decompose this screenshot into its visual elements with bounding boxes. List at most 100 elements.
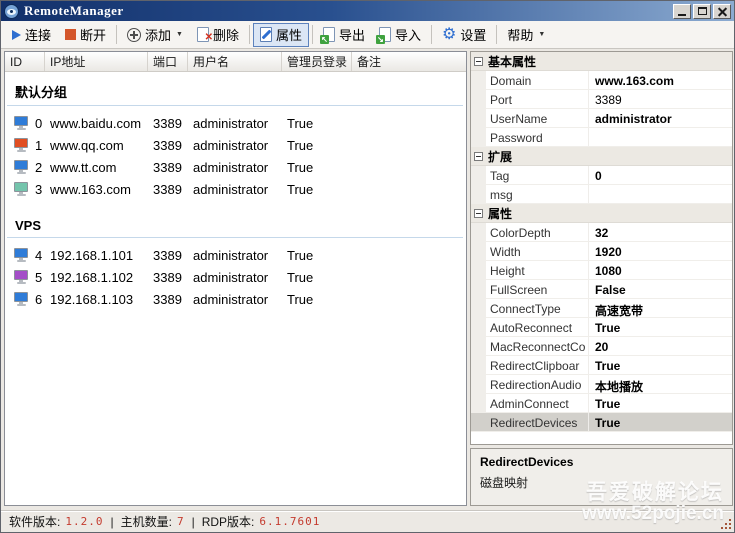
property-value[interactable]: 高速宽带: [589, 299, 732, 317]
property-value[interactable]: True: [589, 318, 732, 336]
monitor-screen: [14, 160, 28, 170]
property-value[interactable]: False: [589, 280, 732, 298]
property-row[interactable]: msg: [471, 185, 732, 204]
monitor-icon: [13, 160, 29, 174]
property-row[interactable]: Width 1920: [471, 242, 732, 261]
property-value[interactable]: True: [589, 356, 732, 374]
property-value[interactable]: administrator: [589, 109, 732, 127]
monitor-base: [16, 128, 26, 130]
property-label: ColorDepth: [486, 223, 589, 241]
toolbar-button-settings[interactable]: 设置: [435, 23, 493, 47]
property-label: Height: [486, 261, 589, 279]
property-value[interactable]: True: [589, 413, 732, 431]
property-value[interactable]: 32: [589, 223, 732, 241]
column-header-1[interactable]: IP地址: [45, 52, 148, 71]
maximize-button[interactable]: [693, 3, 711, 19]
property-row[interactable]: Password: [471, 128, 732, 147]
monitor-icon: [13, 182, 29, 196]
property-row[interactable]: RedirectClipboar True: [471, 356, 732, 375]
monitor-base: [16, 282, 26, 284]
column-header-0[interactable]: ID: [5, 52, 45, 71]
toolbar-button-properties[interactable]: 属性: [253, 22, 310, 47]
collapse-icon[interactable]: [474, 151, 483, 161]
toolbar-button-label: 导出: [339, 28, 366, 43]
property-row[interactable]: RedirectionAudio 本地播放: [471, 375, 732, 394]
host-id-cell: 5: [5, 270, 45, 285]
property-row[interactable]: Tag 0: [471, 166, 732, 185]
toolbar-button-import[interactable]: 导入: [372, 23, 428, 47]
host-row[interactable]: 1 www.qq.com 3389 administrator True: [5, 134, 466, 156]
column-header-3[interactable]: 用户名: [188, 52, 282, 71]
property-row[interactable]: ConnectType 高速宽带: [471, 299, 732, 318]
collapse-icon[interactable]: [474, 208, 483, 218]
host-row[interactable]: 5 192.168.1.102 3389 administrator True: [5, 266, 466, 288]
toolbar-separator: [496, 25, 498, 44]
property-value[interactable]: [589, 185, 732, 203]
host-row[interactable]: 4 192.168.1.101 3389 administrator True: [5, 244, 466, 266]
property-row[interactable]: RedirectDevices True: [471, 413, 732, 432]
property-row[interactable]: Height 1080: [471, 261, 732, 280]
close-button[interactable]: [713, 3, 731, 19]
column-header-4[interactable]: 管理员登录: [282, 52, 352, 71]
property-row-gutter: [471, 318, 486, 336]
properties-icon: [260, 27, 272, 42]
resize-grip-icon[interactable]: [721, 519, 731, 529]
toolbar-button-delete[interactable]: 删除: [190, 23, 246, 47]
host-row[interactable]: 0 www.baidu.com 3389 administrator True: [5, 112, 466, 134]
property-row[interactable]: UserName administrator: [471, 109, 732, 128]
host-port: 3389: [153, 247, 182, 263]
property-label: AdminConnect: [486, 394, 589, 412]
property-row[interactable]: MacReconnectCo 20: [471, 337, 732, 356]
toolbar-button-export[interactable]: 导出: [316, 23, 372, 47]
toolbar-button-disconnect[interactable]: 断开: [58, 23, 113, 47]
collapse-icon[interactable]: [474, 56, 483, 66]
column-header-2[interactable]: 端口: [148, 52, 188, 71]
chevron-down-icon: ▼: [176, 31, 183, 38]
property-row-gutter: [471, 356, 486, 374]
property-row-gutter: [471, 375, 486, 393]
property-row-gutter: [471, 90, 486, 108]
minimize-button[interactable]: [673, 3, 691, 19]
property-section-header: 扩展: [471, 147, 732, 166]
host-row[interactable]: 2 www.tt.com 3389 administrator True: [5, 156, 466, 178]
status-label: RDP版本:: [201, 515, 255, 529]
column-header-5[interactable]: 备注: [352, 52, 466, 71]
toolbar-button-connect[interactable]: 连接: [5, 23, 58, 47]
host-row[interactable]: 6 192.168.1.103 3389 administrator True: [5, 288, 466, 310]
property-row[interactable]: FullScreen False: [471, 280, 732, 299]
property-panel: 基本属性 Domain www.163.com Port 3389 UserName adm…: [470, 51, 733, 506]
status-separator: |: [110, 514, 114, 529]
property-label: msg: [486, 185, 589, 203]
property-row-gutter: [471, 128, 486, 146]
property-row[interactable]: ColorDepth 32: [471, 223, 732, 242]
close-icon: [718, 7, 727, 16]
property-row[interactable]: Domain www.163.com: [471, 71, 732, 90]
property-value[interactable]: 0: [589, 166, 732, 184]
property-value[interactable]: 本地播放: [589, 375, 732, 393]
toolbar-button-add[interactable]: 添加 ▼: [120, 23, 190, 47]
property-section-title: 扩展: [488, 149, 513, 164]
property-section-title: 属性: [488, 206, 513, 221]
host-port: 3389: [153, 291, 182, 307]
property-row[interactable]: Port 3389: [471, 90, 732, 109]
monitor-screen: [14, 182, 28, 192]
minimize-icon: [678, 14, 686, 16]
toolbar-button-help[interactable]: 帮助 ▼: [500, 23, 552, 47]
property-row[interactable]: AutoReconnect True: [471, 318, 732, 337]
monitor-base: [16, 150, 26, 152]
property-value[interactable]: [589, 128, 732, 146]
host-admin-login: True: [287, 181, 314, 197]
property-row-gutter: [471, 280, 486, 298]
property-value[interactable]: 20: [589, 337, 732, 355]
property-value[interactable]: www.163.com: [589, 71, 732, 89]
property-value[interactable]: 3389: [589, 90, 732, 108]
host-row[interactable]: 3 www.163.com 3389 administrator True: [5, 178, 466, 200]
property-value[interactable]: 1080: [589, 261, 732, 279]
property-value[interactable]: 1920: [589, 242, 732, 260]
host-id: 4: [35, 247, 43, 263]
titlebar[interactable]: RemoteManager: [1, 1, 734, 21]
gear-icon: [442, 27, 456, 43]
property-value[interactable]: True: [589, 394, 732, 412]
property-row[interactable]: AdminConnect True: [471, 394, 732, 413]
monitor-icon: [13, 292, 29, 306]
